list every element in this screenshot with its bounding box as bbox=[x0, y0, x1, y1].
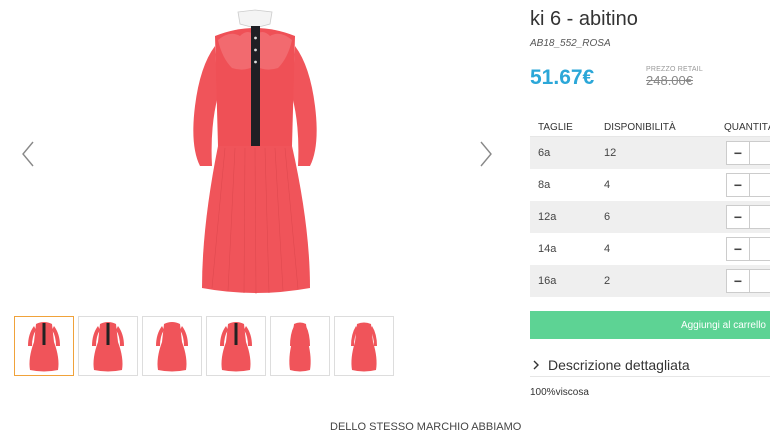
availability-cell: 12 bbox=[604, 147, 617, 159]
quantity-stepper: − bbox=[726, 269, 770, 293]
thumbnail-3[interactable] bbox=[142, 316, 202, 376]
header-size: TAGLIE bbox=[538, 121, 573, 133]
description-toggle[interactable]: Descrizione dettagliata bbox=[530, 354, 770, 377]
product-code: AB18_552_ROSA bbox=[530, 38, 611, 49]
quantity-stepper: − bbox=[726, 237, 770, 261]
product-price: 51.67€ bbox=[530, 66, 595, 89]
table-row: 14a 4 − bbox=[530, 233, 770, 265]
product-main-image bbox=[170, 6, 340, 306]
chevron-right-icon bbox=[533, 360, 539, 370]
quantity-input[interactable] bbox=[750, 173, 770, 197]
availability-cell: 6 bbox=[604, 211, 611, 223]
quantity-input[interactable] bbox=[750, 269, 770, 293]
table-row: 12a 6 − bbox=[530, 201, 770, 233]
decrease-quantity-button[interactable]: − bbox=[726, 173, 750, 197]
availability-cell: 2 bbox=[604, 275, 611, 287]
retail-price-label: PREZZO RETAIL bbox=[646, 66, 703, 73]
quantity-input[interactable] bbox=[750, 141, 770, 165]
size-cell: 14a bbox=[538, 243, 557, 255]
quantity-input[interactable] bbox=[750, 237, 770, 261]
description-text: 100%viscosa bbox=[530, 387, 589, 398]
table-row: 16a 2 − bbox=[530, 265, 770, 297]
size-cell: 16a bbox=[538, 275, 557, 287]
retail-price: 248.00€ bbox=[646, 73, 693, 88]
decrease-quantity-button[interactable]: − bbox=[726, 205, 750, 229]
description-heading: Descrizione dettagliata bbox=[548, 357, 690, 373]
table-row: 8a 4 − bbox=[530, 169, 770, 201]
add-to-cart-button[interactable]: Aggiungi al carrello bbox=[530, 311, 770, 339]
thumbnail-strip bbox=[14, 316, 394, 376]
header-quantity: QUANTITÀ bbox=[724, 121, 770, 133]
product-gallery bbox=[0, 0, 510, 427]
size-cell: 8a bbox=[538, 179, 551, 191]
product-title: ki 6 - abitino bbox=[530, 8, 638, 30]
quantity-input[interactable] bbox=[750, 205, 770, 229]
availability-cell: 4 bbox=[604, 179, 611, 191]
sizes-table-header: TAGLIE DISPONIBILITÀ QUANTITÀ bbox=[530, 118, 770, 137]
size-cell: 12a bbox=[538, 211, 557, 223]
thumbnail-5[interactable] bbox=[270, 316, 330, 376]
same-brand-heading: DELLO STESSO MARCHIO ABBIAMO bbox=[330, 421, 522, 433]
availability-cell: 4 bbox=[604, 243, 611, 255]
product-info: ki 6 - abitino AB18_552_ROSA 51.67€ PREZ… bbox=[530, 0, 770, 427]
thumbnail-4[interactable] bbox=[206, 316, 266, 376]
previous-image-button[interactable] bbox=[20, 140, 36, 168]
decrease-quantity-button[interactable]: − bbox=[726, 269, 750, 293]
next-image-button[interactable] bbox=[478, 140, 494, 168]
chevron-right-icon bbox=[480, 141, 492, 167]
decrease-quantity-button[interactable]: − bbox=[726, 141, 750, 165]
sizes-table: TAGLIE DISPONIBILITÀ QUANTITÀ 6a 12 − 8a… bbox=[530, 118, 770, 297]
quantity-stepper: − bbox=[726, 173, 770, 197]
decrease-quantity-button[interactable]: − bbox=[726, 237, 750, 261]
thumbnail-2[interactable] bbox=[78, 316, 138, 376]
size-cell: 6a bbox=[538, 147, 551, 159]
chevron-left-icon bbox=[22, 141, 34, 167]
thumbnail-1[interactable] bbox=[14, 316, 74, 376]
header-availability: DISPONIBILITÀ bbox=[604, 121, 676, 133]
quantity-stepper: − bbox=[726, 141, 770, 165]
quantity-stepper: − bbox=[726, 205, 770, 229]
table-row: 6a 12 − bbox=[530, 137, 770, 169]
thumbnail-6[interactable] bbox=[334, 316, 394, 376]
